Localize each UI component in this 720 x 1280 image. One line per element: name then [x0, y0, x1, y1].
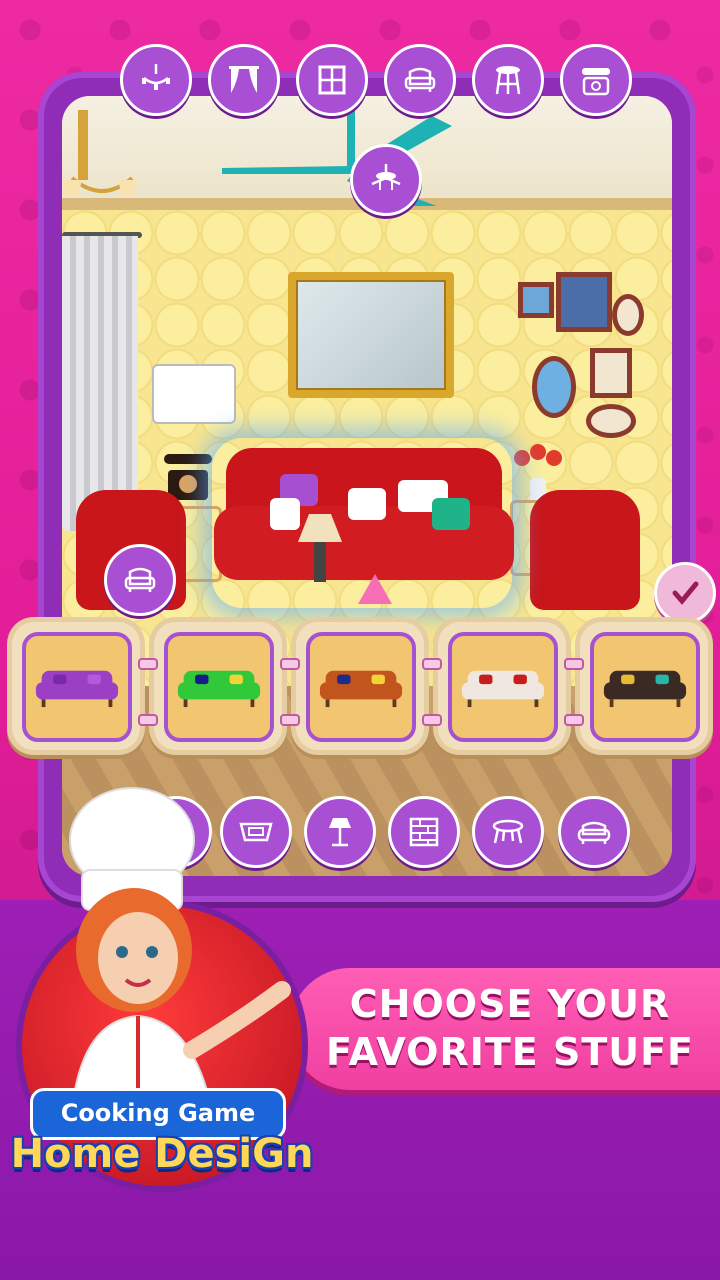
curtain-icon	[229, 66, 259, 93]
armchair-icon	[124, 567, 156, 592]
wall-photo-6	[586, 404, 636, 438]
armchair-icon	[404, 67, 436, 92]
light-switch-panel	[152, 364, 236, 424]
wall-photo-2	[556, 272, 612, 332]
window-category-button[interactable]	[296, 44, 368, 116]
ceiling-fan-category-button[interactable]	[350, 144, 422, 216]
wall-lamp[interactable]	[62, 108, 142, 218]
sofa-option-frame	[590, 632, 700, 742]
green-sofa-icon	[177, 670, 261, 708]
promo-line-2: FAVORITE STUFF	[325, 1030, 695, 1074]
sofa-option-frame	[448, 632, 558, 742]
window-icon	[318, 65, 346, 95]
telephone-category-button[interactable]	[560, 44, 632, 116]
stool-icon	[495, 66, 521, 95]
wall-photo-5	[590, 348, 632, 398]
sofa-option-green[interactable]	[154, 622, 282, 750]
telephone-icon	[582, 68, 610, 96]
card-connector	[280, 714, 300, 726]
chandelier-icon	[142, 64, 170, 90]
sofa-option-orange[interactable]	[296, 622, 424, 750]
confirm-button[interactable]	[654, 562, 716, 624]
curtain[interactable]	[62, 236, 138, 531]
promo-banner: CHOOSE YOUR FAVORITE STUFF	[290, 968, 720, 1090]
coffee-table-category-button[interactable]	[472, 796, 544, 868]
sofa-option-frame	[22, 632, 132, 742]
wallpaper-category-button[interactable]	[388, 796, 460, 868]
ceiling-fan-icon	[371, 164, 401, 190]
sofa-pillow	[270, 498, 300, 530]
armchair-right[interactable]	[530, 490, 640, 610]
curtain-category-button[interactable]	[208, 44, 280, 116]
card-connector	[280, 658, 300, 670]
floor-lamp-icon	[329, 818, 351, 847]
sofa-category-button[interactable]	[558, 796, 630, 868]
sofa-option-purple[interactable]	[12, 622, 140, 750]
card-connector	[564, 658, 584, 670]
promo-line-1: CHOOSE YOUR	[349, 982, 671, 1026]
sofa-pillow	[348, 488, 386, 520]
card-connector	[138, 658, 158, 670]
card-connector	[422, 714, 442, 726]
chef-character	[69, 787, 291, 1110]
brown-sofa-icon	[603, 670, 687, 708]
sofa-option-frame	[164, 632, 274, 742]
armchair-category-button[interactable]	[384, 44, 456, 116]
sofa-options-carousel	[0, 622, 720, 762]
wall-photo-4	[532, 356, 576, 418]
wall-photo-3	[612, 294, 644, 336]
card-connector	[422, 658, 442, 670]
card-connector	[138, 714, 158, 726]
check-icon	[672, 581, 699, 605]
current-category-armchair-button[interactable]	[104, 544, 176, 616]
sofa-pillow	[432, 498, 470, 530]
stool-category-button[interactable]	[472, 44, 544, 116]
purple-sofa-icon	[35, 670, 119, 708]
white-sofa-icon	[461, 670, 545, 708]
wallpaper-icon	[409, 817, 439, 847]
sofa-option-brown[interactable]	[580, 622, 708, 750]
wall-painting[interactable]	[288, 272, 454, 398]
table-lamp-base	[314, 542, 326, 582]
chandelier-category-button[interactable]	[120, 44, 192, 116]
card-connector	[564, 714, 584, 726]
sofa-option-white[interactable]	[438, 622, 566, 750]
logo-title: Home DesiGn	[10, 1131, 314, 1177]
coffee-table-icon	[492, 819, 524, 844]
wall-photo-1	[518, 282, 554, 318]
sofa-icon	[577, 821, 611, 844]
sofa-option-frame	[306, 632, 416, 742]
floor-lamp-category-button[interactable]	[304, 796, 376, 868]
orange-sofa-icon	[319, 670, 403, 708]
